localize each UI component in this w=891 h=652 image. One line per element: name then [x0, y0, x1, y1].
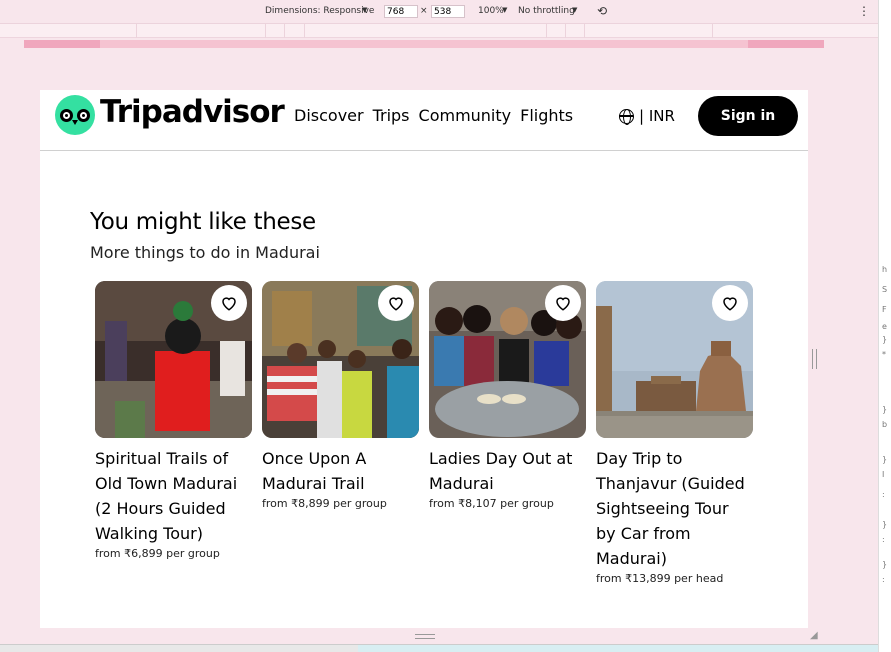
page-viewport: Tripadvisor Discover Trips Community Fli…	[40, 90, 808, 628]
nav-discover[interactable]: Discover	[294, 106, 364, 125]
save-heart-button[interactable]	[378, 285, 414, 321]
product-card[interactable]: Day Trip to Thanjavur (Guided Sightseein…	[596, 281, 753, 585]
nav-community[interactable]: Community	[419, 106, 512, 125]
heart-icon	[389, 297, 403, 311]
logo-text[interactable]: Tripadvisor	[100, 94, 285, 130]
product-card[interactable]: Ladies Day Out at Madurai from ₹8,107 pe…	[429, 281, 586, 510]
tripadvisor-owl-icon[interactable]	[55, 95, 95, 135]
sign-in-button[interactable]: Sign in	[698, 96, 798, 136]
card-title[interactable]: Ladies Day Out at Madurai	[429, 446, 586, 496]
save-heart-button[interactable]	[545, 285, 581, 321]
section-subtitle: More things to do in Madurai	[90, 243, 320, 262]
card-image[interactable]	[429, 281, 586, 438]
resize-handle-bottom[interactable]	[415, 634, 435, 639]
section-title: You might like these	[90, 209, 316, 235]
taskbar	[0, 644, 878, 652]
resize-handle[interactable]	[812, 349, 817, 369]
nav-flights[interactable]: Flights	[520, 106, 573, 125]
card-title[interactable]: Spiritual Trails of Old Town Madurai (2 …	[95, 446, 252, 546]
heart-icon	[723, 297, 737, 311]
more-options-icon[interactable]: ⋮	[858, 4, 870, 18]
card-image[interactable]	[262, 281, 419, 438]
times-label: ×	[420, 6, 428, 16]
card-price: from ₹8,107 per group	[429, 497, 554, 510]
zoom-dropdown[interactable]: 100%	[478, 6, 504, 16]
card-image[interactable]	[596, 281, 753, 438]
card-price: from ₹6,899 per group	[95, 547, 220, 560]
height-input[interactable]	[431, 5, 465, 18]
width-input[interactable]	[384, 5, 418, 18]
card-title[interactable]: Day Trip to Thanjavur (Guided Sightseein…	[596, 446, 753, 571]
main-nav: Discover Trips Community Flights	[294, 106, 573, 125]
chevron-down-icon: ▼	[502, 6, 508, 14]
currency-label: | INR	[639, 107, 675, 125]
heart-icon	[222, 297, 236, 311]
throttling-dropdown[interactable]: No throttling	[518, 6, 575, 16]
card-title[interactable]: Once Upon A Madurai Trail	[262, 446, 419, 496]
currency-selector[interactable]: | INR	[619, 107, 675, 125]
globe-icon	[619, 108, 634, 125]
chevron-down-icon: ▼	[362, 6, 368, 14]
save-heart-button[interactable]	[211, 285, 247, 321]
card-price: from ₹13,899 per head	[596, 572, 724, 585]
product-card[interactable]: Once Upon A Madurai Trail from ₹8,899 pe…	[262, 281, 419, 510]
chevron-down-icon: ▼	[572, 6, 578, 14]
card-price: from ₹8,899 per group	[262, 497, 387, 510]
rotate-icon[interactable]: ⟲	[597, 4, 607, 18]
resize-corner-icon[interactable]: ◢	[810, 630, 818, 641]
devtools-toolbar: Dimensions: Responsive ▼ × 100% ▼ No thr…	[0, 0, 878, 24]
product-card[interactable]: Spiritual Trails of Old Town Madurai (2 …	[95, 281, 252, 560]
site-header: Tripadvisor Discover Trips Community Fli…	[40, 90, 808, 151]
ruler	[0, 24, 878, 38]
heart-icon	[556, 297, 570, 311]
card-image[interactable]	[95, 281, 252, 438]
media-query-bar	[0, 38, 878, 50]
dimensions-dropdown[interactable]: Dimensions: Responsive	[265, 6, 374, 16]
nav-trips[interactable]: Trips	[373, 106, 410, 125]
devtools-panel: h S F e } * } b } I : } : } :	[878, 0, 891, 652]
save-heart-button[interactable]	[712, 285, 748, 321]
